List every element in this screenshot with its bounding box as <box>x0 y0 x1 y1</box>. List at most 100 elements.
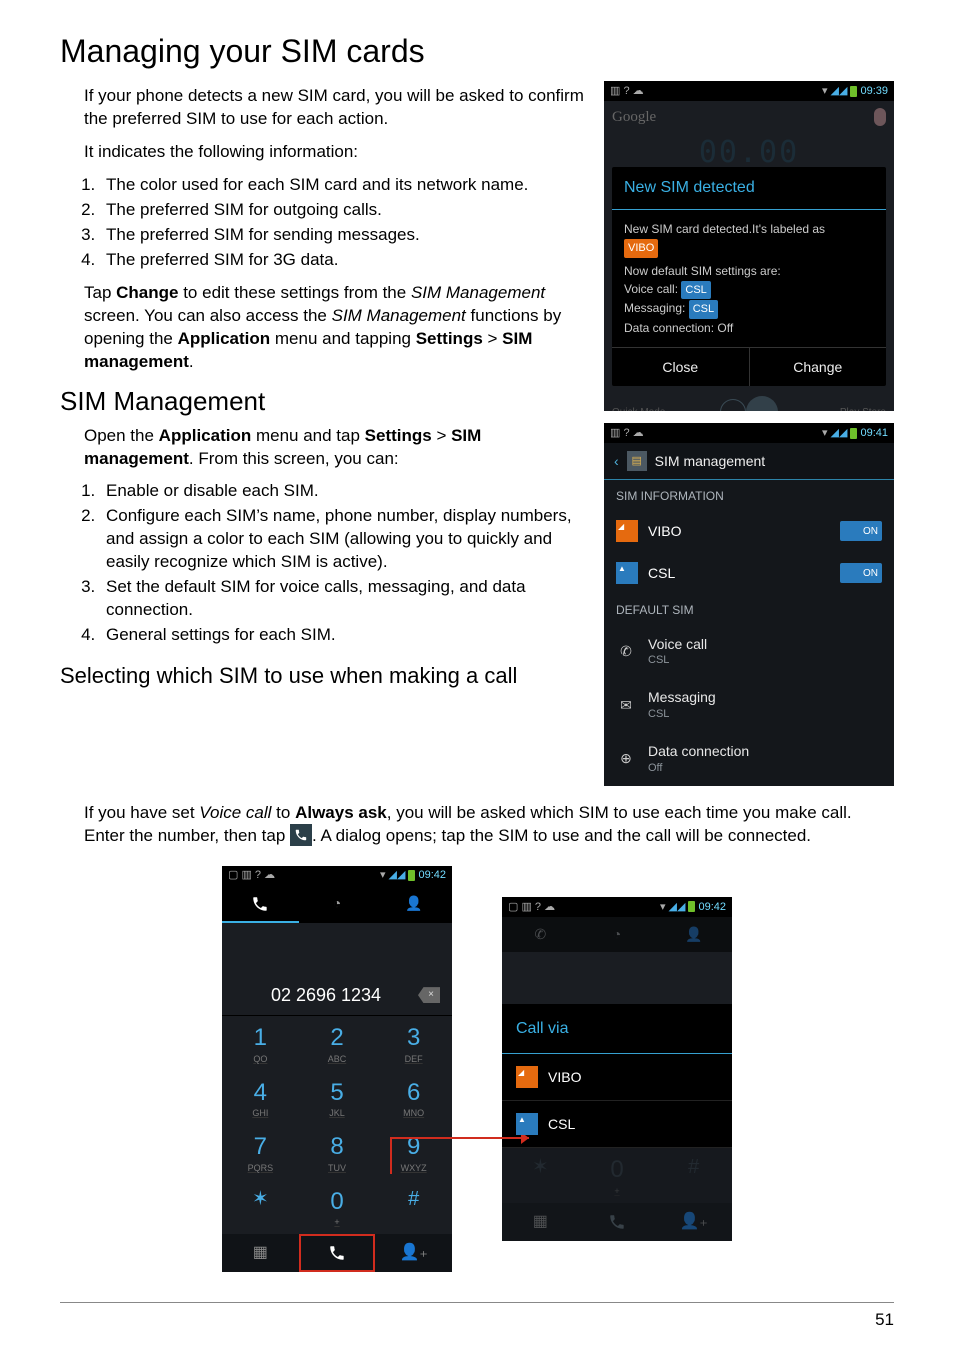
screenshot-call-via: ▢ ▥ ? ☁ ▾ ◢◢ 09:42 ✆ ◔ 👤 Call via ◢ VIBO… <box>502 897 732 1241</box>
key-9[interactable]: 9WXYZ <box>375 1125 452 1180</box>
key-1[interactable]: 1QO <box>222 1016 299 1071</box>
status-icons-left: ▢ ▥ ? ☁ <box>508 900 555 915</box>
play-store-label: Play Store <box>778 406 890 412</box>
screenshot-sim-management: ▥ ? ☁ ▾ ◢◢ 09:41 ‹ ▤ SIM management SIM … <box>604 423 894 786</box>
add-contact-icon[interactable]: 👤₊ <box>375 1234 452 1272</box>
intro-paragraph-1: If your phone detects a new SIM card, yo… <box>84 85 586 131</box>
key-6[interactable]: 6MNO <box>375 1071 452 1126</box>
phone-call-icon <box>290 824 312 846</box>
page-number: 51 <box>60 1309 894 1332</box>
sim-row-csl[interactable]: ▲ CSL ON <box>604 552 894 594</box>
close-button[interactable]: Close <box>612 348 750 387</box>
backspace-icon[interactable]: × <box>418 987 440 1003</box>
screenshot-new-sim-dialog: ▥ ? ☁ ▾ ◢◢ 09:39 Google 00.00 New SIM de… <box>604 81 894 411</box>
key-7[interactable]: 7PQRS <box>222 1125 299 1180</box>
tab-contacts: 👤 <box>655 917 732 952</box>
sim-row-vibo[interactable]: ◢ VIBO ON <box>604 510 894 552</box>
sim-icon-orange: ◢ <box>516 1066 538 1088</box>
clock-widget: 00.00 <box>604 133 894 163</box>
key-pound[interactable]: # <box>375 1180 452 1235</box>
status-icons-left: ▥ ? ☁ <box>610 84 644 99</box>
new-sim-dialog: New SIM detected New SIM card detected.I… <box>612 167 886 386</box>
battery-icon <box>850 86 857 97</box>
intro-paragraph-2: It indicates the following information: <box>84 141 586 164</box>
chip-csl: CSL <box>689 300 718 319</box>
footer-divider <box>60 1302 894 1303</box>
key-4[interactable]: 4GHI <box>222 1071 299 1126</box>
signal-icon: ◢◢ <box>389 868 406 883</box>
tab-contacts[interactable]: 👤 <box>375 886 452 923</box>
call-button[interactable] <box>299 1234 376 1272</box>
default-data-row[interactable]: ⊕ Data connection Off <box>604 732 894 786</box>
signal-icon: ◢◢ <box>831 426 848 441</box>
chip-csl: CSL <box>681 281 710 300</box>
section-label: DEFAULT SIM <box>604 594 894 624</box>
page-title: Managing your SIM cards <box>60 30 894 73</box>
default-voice-row[interactable]: ✆ Voice call CSL <box>604 625 894 679</box>
status-time: 09:41 <box>860 426 888 441</box>
list-item: Set the default SIM for voice calls, mes… <box>100 576 586 622</box>
google-search-text: Google <box>612 107 868 127</box>
wifi-icon: ▾ <box>822 84 828 99</box>
key-2[interactable]: 2ABC <box>299 1016 376 1071</box>
sim-icon-blue: ▲ <box>516 1113 538 1135</box>
key-star: ✶ <box>502 1148 579 1203</box>
status-icons-right: ▾ ◢◢ 09:42 <box>660 900 726 915</box>
quick-mode-label: Quick Mode <box>608 406 720 412</box>
screen-title: SIM management <box>655 452 766 471</box>
status-icons-right: ▾ ◢◢ 09:42 <box>380 868 446 883</box>
phone-icon: ✆ <box>616 642 636 661</box>
signal-icon: ◢◢ <box>669 900 686 915</box>
call-via-vibo[interactable]: ◢ VIBO <box>502 1054 732 1101</box>
key-8[interactable]: 8TUV <box>299 1125 376 1180</box>
status-icons-left: ▥ ? ☁ <box>610 426 644 441</box>
dialog-title: New SIM detected <box>612 167 886 210</box>
list-item: Configure each SIM’s name, phone number,… <box>100 505 586 574</box>
status-time: 09:42 <box>698 900 726 915</box>
dialpad-grid-icon[interactable]: ▦ <box>222 1234 299 1272</box>
dialed-number: 02 2696 1234 <box>234 983 418 1007</box>
tab-recent: ◔ <box>579 917 656 952</box>
key-3[interactable]: 3DEF <box>375 1016 452 1071</box>
list-item: The preferred SIM for outgoing calls. <box>100 199 586 222</box>
key-0: 0+ <box>579 1148 656 1203</box>
list-item: General settings for each SIM. <box>100 624 586 647</box>
back-icon[interactable]: ‹ <box>614 452 619 471</box>
call-via-title: Call via <box>502 1004 732 1055</box>
default-messaging-row[interactable]: ✉ Messaging CSL <box>604 678 894 732</box>
toggle-on[interactable]: ON <box>840 563 882 583</box>
wifi-icon: ▾ <box>822 426 828 441</box>
status-time: 09:42 <box>418 868 446 883</box>
info-list-2: Enable or disable each SIM. Configure ea… <box>100 480 586 647</box>
screenshot-dialer: ▢ ▥ ? ☁ ▾ ◢◢ 09:42 ◔ 👤 02 2696 1234 × 1Q… <box>222 866 452 1272</box>
dialog-body: New SIM card detected.It's labeled as VI… <box>612 210 886 347</box>
keypad: 1QO 2ABC 3DEF 4GHI 5JKL 6MNO 7PQRS 8TUV … <box>222 1016 452 1234</box>
list-item: The preferred SIM for sending messages. <box>100 224 586 247</box>
battery-icon <box>688 901 695 912</box>
key-star[interactable]: ✶ <box>222 1180 299 1235</box>
globe-icon: ⊕ <box>616 749 636 768</box>
battery-icon <box>408 870 415 881</box>
key-5[interactable]: 5JKL <box>299 1071 376 1126</box>
tab-phone: ✆ <box>502 917 579 952</box>
signal-icon: ◢◢ <box>831 84 848 99</box>
status-icons-right: ▾ ◢◢ 09:41 <box>822 426 888 441</box>
list-item: Enable or disable each SIM. <box>100 480 586 503</box>
list-item: The color used for each SIM card and its… <box>100 174 586 197</box>
sim-settings-icon: ▤ <box>627 451 647 471</box>
tab-phone[interactable] <box>222 886 299 923</box>
change-button[interactable]: Change <box>750 348 887 387</box>
tab-recent[interactable]: ◔ <box>299 886 376 923</box>
sim-management-heading: SIM Management <box>60 384 586 419</box>
toggle-on[interactable]: ON <box>840 521 882 541</box>
call-button <box>579 1203 656 1241</box>
key-0[interactable]: 0+ <box>299 1180 376 1235</box>
apps-circle-icon <box>720 399 746 411</box>
selecting-sim-heading: Selecting which SIM to use when making a… <box>60 661 586 691</box>
wifi-icon: ▾ <box>380 868 386 883</box>
call-via-csl[interactable]: ▲ CSL <box>502 1101 732 1148</box>
mic-icon <box>874 108 886 126</box>
sim-icon-orange: ◢ <box>616 520 638 542</box>
status-icons-right: ▾ ◢◢ 09:39 <box>822 84 888 99</box>
chip-vibo: VIBO <box>624 239 658 258</box>
